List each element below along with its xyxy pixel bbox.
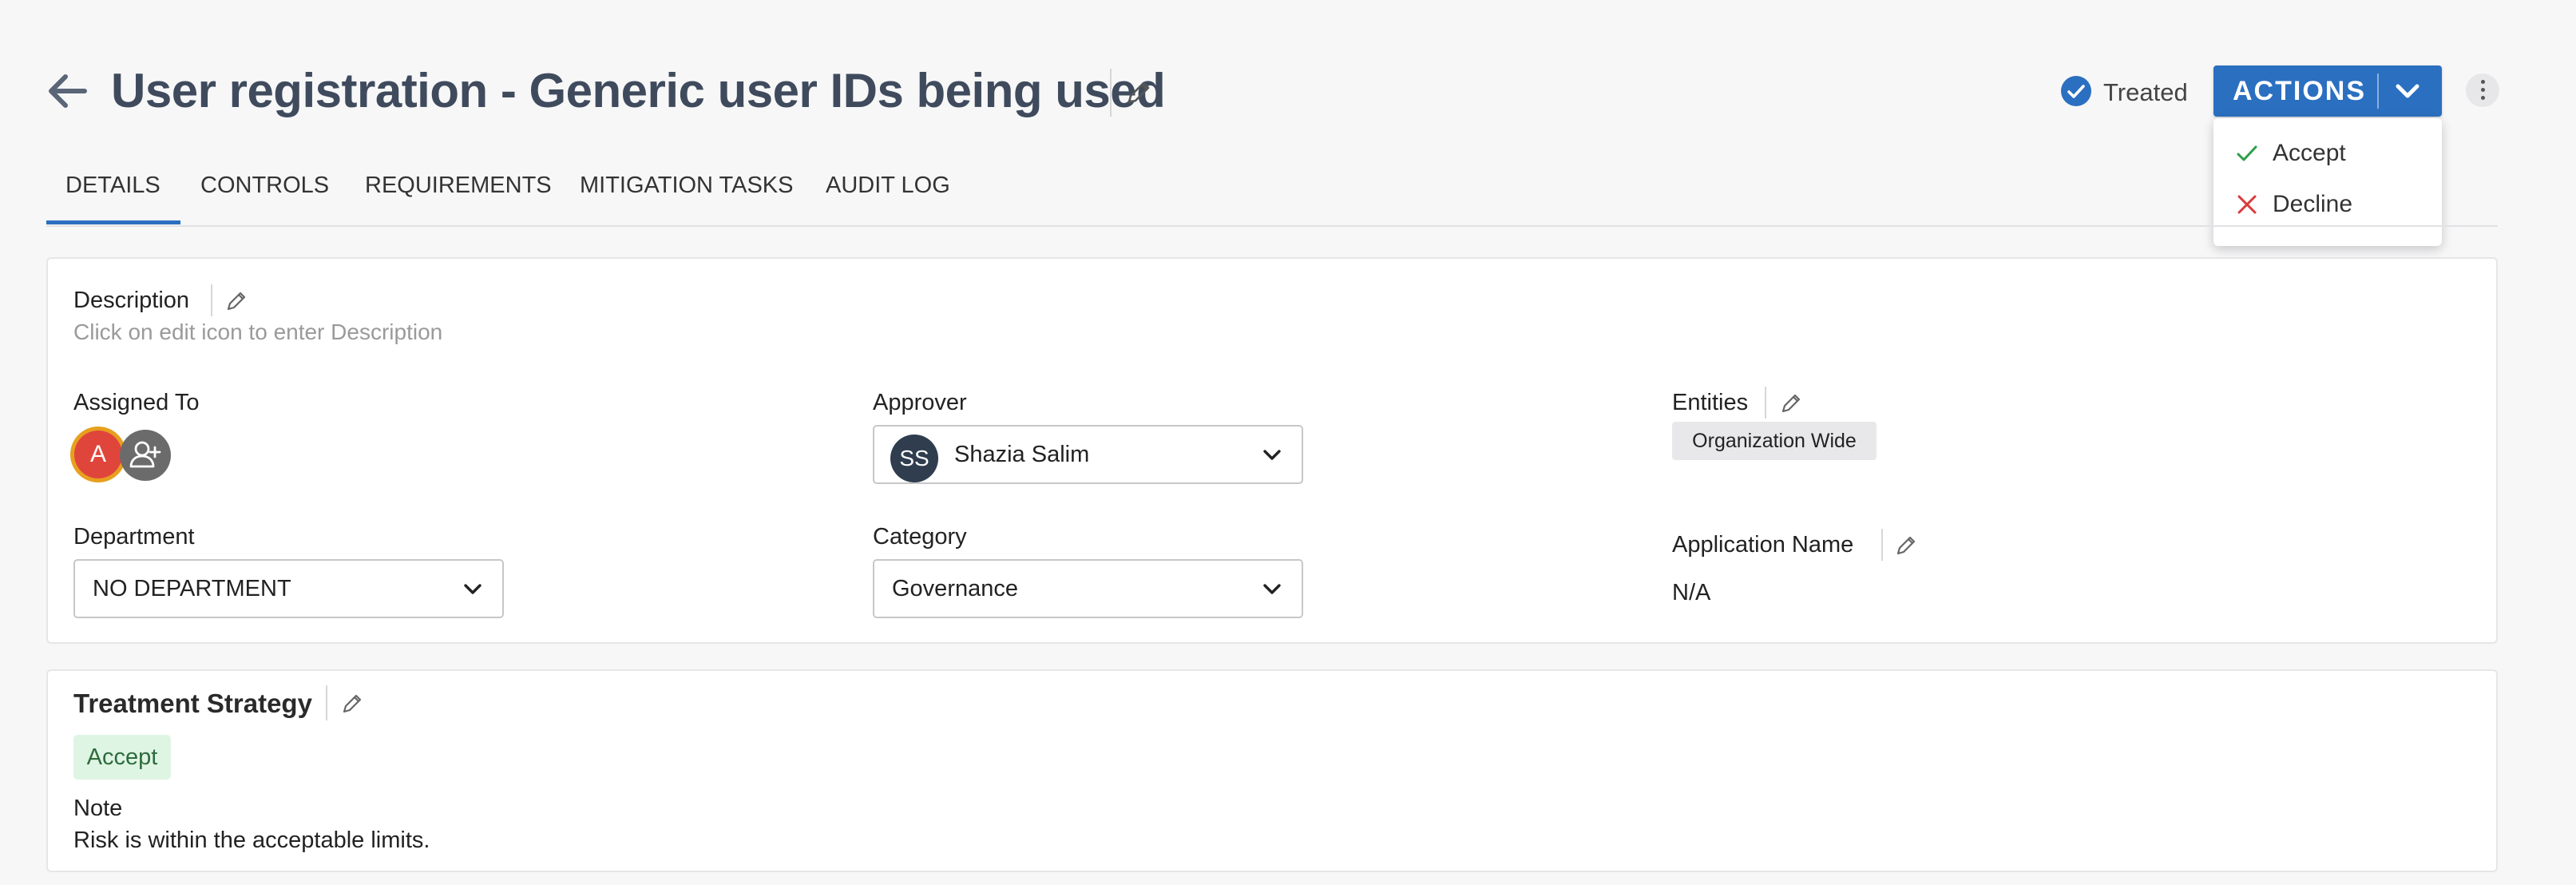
treatment-strategy-title: Treatment Strategy (73, 689, 312, 718)
title-divider (1110, 69, 1112, 117)
department-label: Department (73, 524, 195, 550)
edit-treatment-pencil-icon[interactable] (340, 692, 364, 716)
category-select[interactable]: Governance (873, 559, 1303, 618)
category-label: Category (873, 524, 967, 550)
application-name-label: Application Name (1672, 532, 1854, 558)
chevron-down-icon (1260, 577, 1284, 601)
chevron-down-icon (1260, 442, 1284, 466)
tab-audit-log[interactable]: AUDIT LOG (826, 173, 950, 199)
tab-controls[interactable]: CONTROLS (200, 173, 329, 199)
page-title: User registration - Generic user IDs bei… (111, 64, 1166, 117)
actions-divider (2377, 73, 2379, 109)
active-tab-indicator (46, 220, 180, 224)
description-label: Description (73, 288, 190, 313)
divider (326, 685, 327, 720)
tab-details[interactable]: DETAILS (65, 173, 161, 199)
entities-label: Entities (1672, 390, 1749, 415)
note-value: Risk is within the acceptable limits. (73, 827, 430, 853)
divider (211, 284, 212, 316)
treated-check-icon (2060, 75, 2092, 107)
entity-chip: Organization Wide (1672, 422, 1877, 460)
more-options-kebab-icon[interactable] (2466, 73, 2499, 107)
strategy-badge: Accept (73, 735, 171, 780)
back-arrow-icon[interactable] (43, 67, 91, 115)
actions-dropdown-button[interactable]: ACTIONS (2213, 65, 2442, 117)
category-value: Governance (892, 576, 1018, 601)
application-name-value: N/A (1672, 580, 1711, 605)
chevron-down-icon[interactable] (2391, 75, 2424, 107)
approver-select[interactable]: SS Shazia Salim (873, 425, 1303, 484)
description-placeholder: Click on edit icon to enter Description (73, 319, 443, 344)
actions-label: ACTIONS (2233, 76, 2366, 106)
tab-mitigation-tasks[interactable]: MITIGATION TASKS (580, 173, 793, 199)
approver-label: Approver (873, 390, 967, 415)
department-value: NO DEPARTMENT (93, 576, 291, 601)
add-assignee-icon[interactable] (120, 430, 171, 481)
approver-avatar: SS (890, 435, 938, 482)
assignee-avatar[interactable]: A (70, 427, 126, 482)
divider (1881, 529, 1883, 561)
tab-bar: DETAILS CONTROLS REQUIREMENTS MITIGATION… (46, 157, 2498, 227)
assignee-avatar-initial: A (74, 431, 122, 478)
divider (1765, 387, 1766, 419)
status-label: Treated (2103, 78, 2188, 106)
edit-application-name-pencil-icon[interactable] (1894, 534, 1918, 558)
edit-description-pencil-icon[interactable] (224, 289, 248, 313)
assigned-to-label: Assigned To (73, 390, 200, 415)
note-label: Note (73, 796, 123, 821)
tab-requirements[interactable]: REQUIREMENTS (365, 173, 552, 199)
edit-title-pencil-icon[interactable] (1124, 78, 1153, 107)
chevron-down-icon (461, 577, 485, 601)
approver-value: Shazia Salim (954, 442, 1090, 467)
edit-entities-pencil-icon[interactable] (1779, 391, 1803, 415)
department-select[interactable]: NO DEPARTMENT (73, 559, 504, 618)
